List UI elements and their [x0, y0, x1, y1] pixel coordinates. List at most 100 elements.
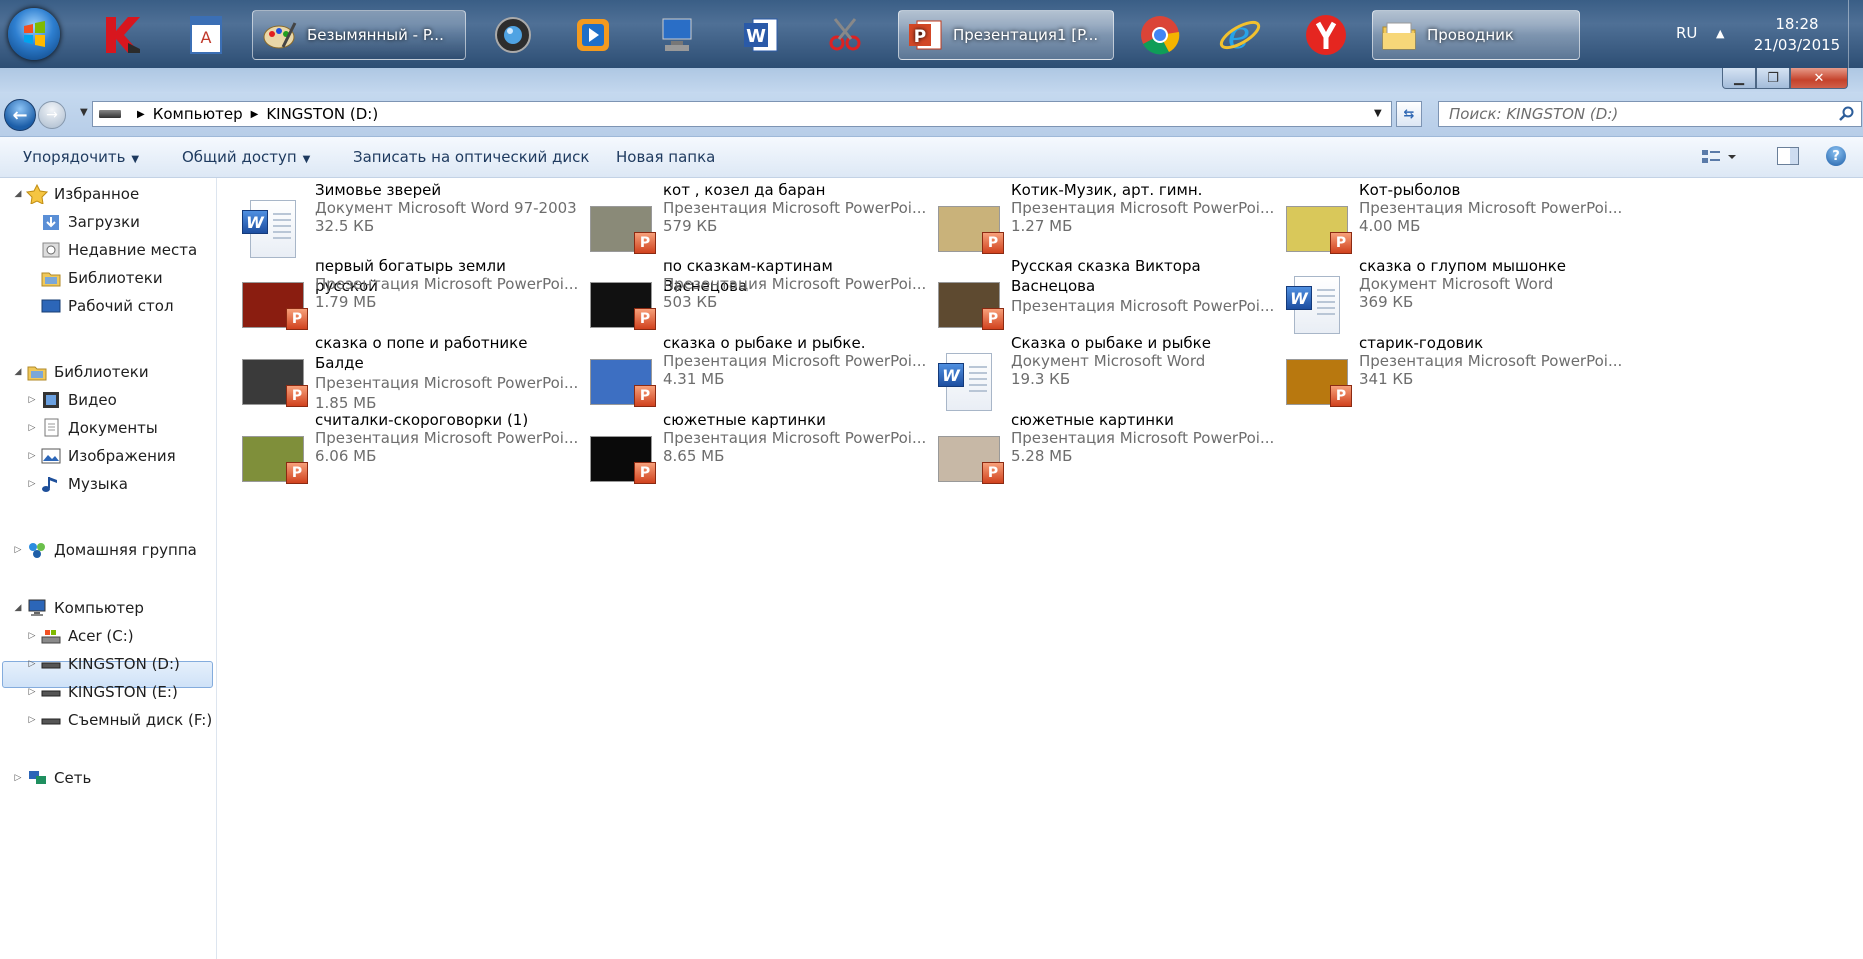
file-item[interactable]: P Русская сказка Виктора Васнецова Презент… [913, 256, 1274, 332]
expand-icon[interactable]: ▷ [12, 545, 24, 555]
expand-icon[interactable]: ▷ [26, 631, 38, 641]
close-button[interactable]: ✕ [1790, 68, 1848, 89]
collapse-icon[interactable]: ◢ [12, 603, 24, 613]
nav-drive-e[interactable]: ▷ KINGSTON (E:) [26, 678, 178, 705]
search-input[interactable]: Поиск: KINGSTON (D:) [1438, 101, 1862, 127]
nav-drive-c[interactable]: ▷ Acer (C:) [26, 622, 134, 649]
file-type: Документ Microsoft Word 97-2003 [315, 199, 577, 217]
powerpoint-thumbnail-icon: P [242, 276, 308, 336]
minimize-button[interactable]: ▁ [1722, 68, 1756, 89]
breadcrumb-computer[interactable]: Компьютер [153, 105, 243, 123]
file-item[interactable]: Pпо сказкам-картинам Васнецова Презентаци… [565, 256, 926, 332]
file-item[interactable]: Pсказка о попе и работнике Балде Презента… [217, 333, 578, 412]
nav-favorites[interactable]: ◢ Избранное [12, 180, 139, 207]
show-desktop-button[interactable] [1848, 0, 1863, 68]
help-button[interactable]: ? [1826, 146, 1846, 166]
new-folder-button[interactable]: Новая папка [616, 148, 715, 166]
nav-recent-places[interactable]: Недавние места [26, 236, 197, 263]
nav-desktop[interactable]: Рабочий стол [26, 292, 174, 319]
internet-explorer-icon[interactable]: e [1214, 9, 1266, 61]
expand-icon[interactable]: ▷ [26, 451, 38, 461]
maximize-button[interactable]: ❐ [1756, 68, 1790, 89]
tray-expand-icon[interactable]: ▲ [1716, 27, 1724, 40]
media-center-icon[interactable] [490, 9, 536, 61]
taskbar-window-powerpoint[interactable]: P Презентация1 [P... [898, 10, 1114, 60]
start-button[interactable] [8, 8, 60, 60]
nav-images[interactable]: ▷ Изображения [26, 442, 176, 469]
collapse-icon[interactable]: ◢ [12, 189, 24, 199]
notepad-icon[interactable]: A [184, 9, 228, 61]
file-type: Презентация Microsoft PowerPoi... [663, 275, 927, 293]
expand-icon[interactable]: ▷ [26, 687, 38, 697]
expand-icon[interactable]: ▷ [26, 715, 38, 725]
burn-disc-button[interactable]: Записать на оптический диск [353, 148, 589, 166]
breadcrumb-kingston-d[interactable]: KINGSTON (D:) [266, 105, 378, 123]
removable-drive-icon [41, 662, 61, 668]
chrome-icon[interactable] [1134, 9, 1186, 61]
file-item[interactable]: W Сказка о рыбаке и рыбке Документ Microso… [913, 333, 1253, 411]
file-item[interactable]: P Кот-рыболов Презентация Microsoft PowerP… [1261, 180, 1622, 256]
nav-libraries-favorite[interactable]: Библиотеки [26, 264, 163, 291]
taskbar-window-explorer[interactable]: Проводник [1372, 10, 1580, 60]
taskbar-window-label: Презентация1 [P... [953, 26, 1099, 44]
computer-icon [28, 599, 46, 616]
nav-video[interactable]: ▷ Видео [26, 386, 117, 413]
file-item[interactable]: Wсказка о глупом мышонке Документ Microso… [1261, 256, 1601, 334]
expand-icon[interactable]: ▷ [26, 395, 38, 405]
taskbar-window-paint[interactable]: Безымянный - P... [252, 10, 466, 60]
svg-text:e: e [1228, 13, 1251, 57]
expand-icon[interactable]: ▷ [26, 479, 38, 489]
nav-drive-d[interactable]: ▷ KINGSTON (D:) [26, 650, 180, 677]
file-item[interactable]: Pпервый богатырь земли русской Презентаци… [217, 256, 578, 332]
file-item[interactable]: Pстарик-годовик Презентация Microsoft Pow… [1261, 333, 1622, 409]
file-size: 341 КБ [1359, 370, 1414, 388]
kaspersky-icon[interactable] [96, 9, 148, 61]
expand-icon[interactable]: ▷ [26, 659, 38, 669]
file-item[interactable]: Pкот , козел да баран Презентация Microso… [565, 180, 926, 256]
yandex-browser-icon[interactable] [1300, 9, 1352, 61]
nav-computer[interactable]: ◢ Компьютер [12, 594, 144, 621]
file-item[interactable]: P Котик-Музик, арт. гимн. Презентация Micr… [913, 180, 1274, 256]
nav-label: Компьютер [54, 598, 144, 617]
nav-documents[interactable]: ▷ Документы [26, 414, 158, 441]
forward-button[interactable]: → [38, 101, 66, 129]
expand-icon[interactable]: ▷ [12, 773, 24, 783]
preview-pane-button[interactable] [1777, 147, 1799, 165]
file-item[interactable]: Pсчиталки-скороговорки (1) Презентация Mi… [217, 410, 578, 486]
file-item[interactable]: W Зимовье зверей Документ Microsoft Word 9… [217, 180, 577, 258]
nav-drive-f[interactable]: ▷ Съемный диск (F:) [26, 706, 213, 733]
nav-downloads[interactable]: Загрузки [26, 208, 140, 235]
clock[interactable]: 18:28 21/03/2015 [1752, 14, 1842, 56]
file-type: Презентация Microsoft PowerPoi... [1011, 297, 1275, 315]
file-item[interactable]: Pсюжетные картинки Презентация Microsoft … [565, 410, 926, 486]
change-view-button[interactable] [1700, 147, 1740, 167]
chevron-right-icon[interactable]: ▶ [137, 109, 145, 120]
remote-desktop-icon[interactable] [654, 9, 700, 61]
file-type: Презентация Microsoft PowerPoi... [1359, 352, 1623, 370]
share-button[interactable]: Общий доступ ▼ [182, 148, 310, 166]
nav-libraries[interactable]: ◢ Библиотеки [12, 358, 149, 385]
file-name: Котик-Музик, арт. гимн. [1011, 181, 1203, 199]
language-indicator[interactable]: RU [1676, 24, 1697, 42]
expand-icon[interactable]: ▷ [26, 423, 38, 433]
svg-text:W: W [746, 26, 766, 47]
media-player-icon[interactable] [570, 9, 616, 61]
nav-homegroup[interactable]: ▷ Домашняя группа [12, 536, 197, 563]
nav-network[interactable]: ▷ Сеть [12, 764, 92, 791]
file-size: 503 КБ [663, 293, 718, 311]
address-bar[interactable]: ▶ Компьютер ▶ KINGSTON (D:) [92, 101, 1392, 127]
word-icon[interactable]: W [738, 9, 784, 61]
file-item[interactable]: Pсказка о рыбаке и рыбке. Презентация Mic… [565, 333, 926, 409]
snipping-tool-icon[interactable] [822, 9, 868, 61]
nav-music[interactable]: ▷ Музыка [26, 470, 128, 497]
recent-pages-dropdown-icon[interactable]: ▼ [80, 107, 88, 118]
refresh-button[interactable]: ⇆ [1396, 101, 1422, 127]
svg-text:P: P [914, 27, 926, 47]
search-icon[interactable] [1839, 106, 1855, 122]
collapse-icon[interactable]: ◢ [12, 367, 24, 377]
address-history-dropdown-icon[interactable]: ▼ [1374, 108, 1382, 119]
organize-button[interactable]: Упорядочить ▼ [23, 148, 139, 166]
chevron-right-icon[interactable]: ▶ [251, 109, 259, 120]
back-button[interactable]: ← [4, 99, 36, 131]
file-item[interactable]: Pсюжетные картинки Презентация Microsoft … [913, 410, 1274, 486]
